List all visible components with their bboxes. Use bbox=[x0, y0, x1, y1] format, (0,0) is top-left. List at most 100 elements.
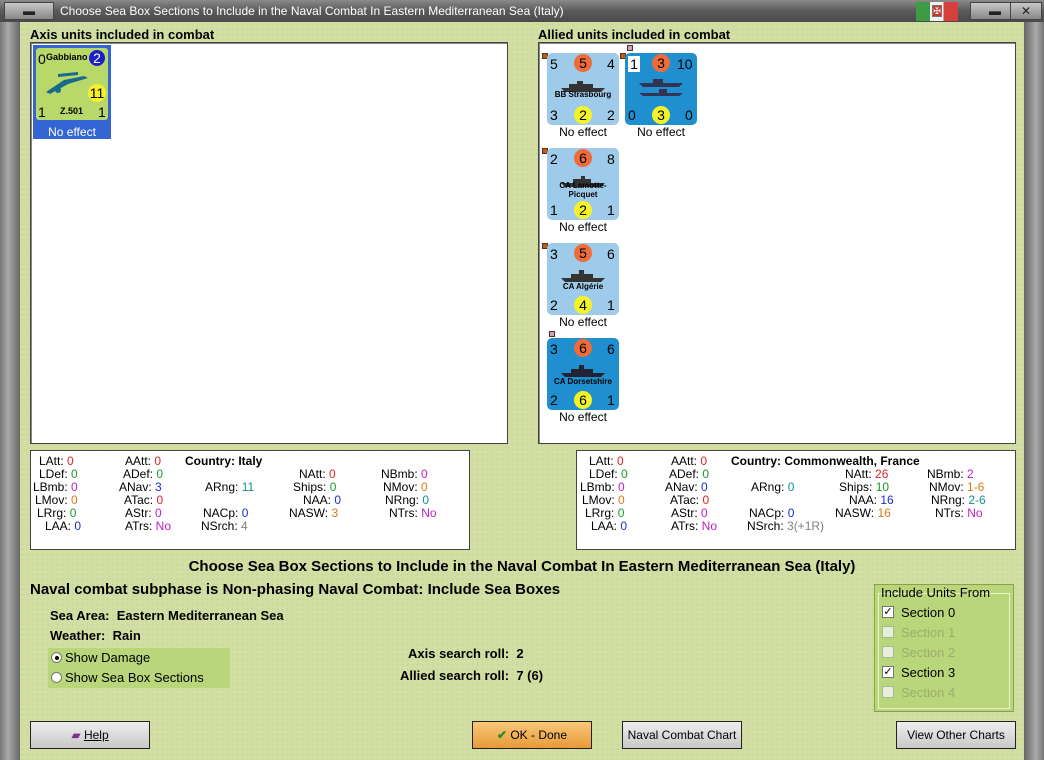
radio-button-checked[interactable] bbox=[51, 652, 62, 663]
close-button[interactable]: ✕ bbox=[1010, 2, 1042, 20]
cruiser-icon bbox=[561, 270, 605, 282]
radio-button-unchecked[interactable] bbox=[51, 672, 62, 683]
unit-marker-icon bbox=[627, 45, 633, 51]
seaplane-icon bbox=[46, 72, 88, 94]
window-frame-right bbox=[1024, 22, 1044, 760]
allied-units-panel[interactable]: 5 5 4 BB Strasbourg 3 2 2 No effect 1 3 … bbox=[538, 42, 1016, 444]
axis-heading: Axis units included in combat bbox=[30, 27, 215, 42]
ok-done-button[interactable]: ✔ OK - Done bbox=[472, 721, 592, 749]
stat-arng: ARng: 0 bbox=[751, 480, 795, 494]
checkbox-label: Section 2 bbox=[901, 645, 956, 660]
stat-laa: LAA: 0 bbox=[591, 519, 628, 533]
unit-marker-icon bbox=[549, 331, 555, 337]
counter-bottom-left: 1 bbox=[550, 202, 558, 218]
counter-bottom-left: 0 bbox=[628, 107, 636, 123]
counter-bottom-left: 1 bbox=[38, 104, 46, 120]
counter-bottom-left: 3 bbox=[550, 107, 558, 123]
dialog-title: Choose Sea Box Sections to Include in th… bbox=[188, 558, 856, 575]
help-label: Help bbox=[83, 728, 109, 742]
axis-stats-panel: LAtt: 0 LDef: 0 LBmb: 0 LMov: 0 LRrg: 0 … bbox=[30, 450, 470, 550]
counter-top-mid: 5 bbox=[574, 54, 592, 72]
counter-top-right: 10 bbox=[677, 56, 693, 72]
axis-units-panel[interactable]: 0 Gabbiano 2 11 1 Z.501 1 No effect bbox=[30, 42, 508, 444]
checkbox-disabled[interactable] bbox=[882, 626, 894, 638]
counter-label: Gabbiano bbox=[46, 52, 88, 62]
stat-nsrch: NSrch: 3(+1R) bbox=[747, 519, 825, 533]
flag-shield-icon: ✠ bbox=[932, 5, 942, 17]
checkbox-checked[interactable]: ✓ bbox=[882, 666, 894, 678]
counter-bottom-mid: 3 bbox=[652, 106, 670, 124]
show-sections-radio[interactable]: Show Sea Box Sections bbox=[48, 668, 230, 688]
checkbox-disabled[interactable] bbox=[882, 646, 894, 658]
checkbox-label: Section 0 bbox=[901, 605, 956, 620]
stat-arng: ARng: 11 bbox=[205, 480, 255, 494]
unit-status: No effect bbox=[559, 125, 607, 139]
checkbox-checked[interactable]: ✓ bbox=[882, 606, 894, 618]
checkmark-icon: ✔ bbox=[496, 728, 507, 742]
counter-top-right: 6 bbox=[607, 341, 615, 357]
other-charts-label: View Other Charts bbox=[907, 728, 1005, 742]
system-menu-button[interactable]: ▬ bbox=[4, 2, 54, 20]
counter-bottom-right: 1 bbox=[607, 297, 615, 313]
stat-laa: LAA: 0 bbox=[45, 519, 82, 533]
unit-counter-strasbourg[interactable]: 5 5 4 BB Strasbourg 3 2 2 bbox=[547, 53, 619, 125]
counter-top-left: 3 bbox=[550, 341, 558, 357]
unit-status: No effect bbox=[559, 220, 607, 234]
counter-bottom-left: 2 bbox=[550, 392, 558, 408]
group-legend: Include Units From bbox=[881, 585, 991, 600]
unit-counter-algerie[interactable]: 3 5 6 CA Algérie 2 4 1 bbox=[547, 243, 619, 315]
counter-bottom-mid: 4 bbox=[574, 296, 592, 314]
axis-country: Country: Italy bbox=[185, 454, 263, 468]
stat-nasw: NASW: 3 bbox=[289, 506, 339, 520]
counter-name: BB Strasbourg bbox=[554, 90, 612, 99]
view-other-charts-button[interactable]: View Other Charts bbox=[896, 721, 1016, 749]
counter-bottom-right: 1 bbox=[98, 104, 106, 120]
counter-bottom-right: 2 bbox=[607, 107, 615, 123]
unit-status: No effect bbox=[637, 125, 685, 139]
counter-bottom-right: 0 bbox=[685, 107, 693, 123]
counter-top-right: 8 bbox=[607, 151, 615, 167]
checkbox-label: Section 1 bbox=[901, 625, 956, 640]
axis-search-roll: Axis search roll: 2 bbox=[408, 646, 524, 661]
allied-search-roll: Allied search roll: 7 (6) bbox=[400, 668, 544, 683]
counter-top-left: 1 bbox=[628, 56, 640, 72]
unit-counter-lamotte-picquet[interactable]: 2 6 8 CA Lamotte-Picquet 1 2 1 bbox=[547, 148, 619, 220]
unit-status: No effect bbox=[48, 125, 96, 139]
show-damage-radio[interactable]: Show Damage bbox=[48, 648, 230, 668]
unit-counter-carrier[interactable]: 1 3 10 0 3 0 bbox=[625, 53, 697, 125]
axis-unit-card[interactable]: 0 Gabbiano 2 11 1 Z.501 1 No effect bbox=[33, 45, 111, 139]
naval-combat-chart-button[interactable]: Naval Combat Chart bbox=[622, 721, 742, 749]
counter-top-right: 6 bbox=[607, 246, 615, 262]
counter-bottom-mid: 2 bbox=[574, 201, 592, 219]
chart-label: Naval Combat Chart bbox=[627, 728, 737, 742]
counter-bottom-right: 1 bbox=[607, 392, 615, 408]
counter-name: CA Dorsetshire bbox=[554, 377, 612, 386]
sea-area: Sea Area: Eastern Mediterranean Sea bbox=[50, 608, 284, 623]
subphase-text: Naval combat subphase is Non-phasing Nav… bbox=[30, 581, 561, 598]
checkbox-disabled[interactable] bbox=[882, 686, 894, 698]
counter-top-left: 2 bbox=[550, 151, 558, 167]
stat-atrs: ATrs: No bbox=[125, 519, 172, 533]
counter-bottom-mid: 2 bbox=[574, 106, 592, 124]
counter-top-left: 5 bbox=[550, 56, 558, 72]
counter-top-left: 0 bbox=[38, 51, 46, 67]
stat-atrs: ATrs: No bbox=[671, 519, 718, 533]
weather: Weather: Rain bbox=[50, 628, 141, 643]
counter-top-left: 3 bbox=[550, 246, 558, 262]
cruiser-icon bbox=[561, 365, 605, 377]
counter-top-mid: 5 bbox=[574, 244, 592, 262]
counter-top-mid: 3 bbox=[652, 54, 670, 72]
book-icon: ▰ bbox=[71, 728, 81, 742]
help-button[interactable]: ▰ Help bbox=[30, 721, 150, 749]
counter-name: CA Algérie bbox=[562, 282, 604, 291]
counter-top-mid: 6 bbox=[574, 149, 592, 167]
radio-label: Show Sea Box Sections bbox=[65, 670, 204, 685]
counter-bottom-mid: 6 bbox=[574, 391, 592, 409]
unit-counter-dorsetshire[interactable]: 3 6 6 CA Dorsetshire 2 6 1 bbox=[547, 338, 619, 410]
unit-status: No effect bbox=[559, 410, 607, 424]
radio-label: Show Damage bbox=[65, 650, 151, 665]
checkbox-label: Section 4 bbox=[901, 685, 956, 700]
window-title: Choose Sea Box Sections to Include in th… bbox=[60, 4, 564, 18]
unit-counter-z501[interactable]: 0 Gabbiano 2 11 1 Z.501 1 bbox=[36, 48, 108, 120]
counter-top-mid: 6 bbox=[574, 339, 592, 357]
